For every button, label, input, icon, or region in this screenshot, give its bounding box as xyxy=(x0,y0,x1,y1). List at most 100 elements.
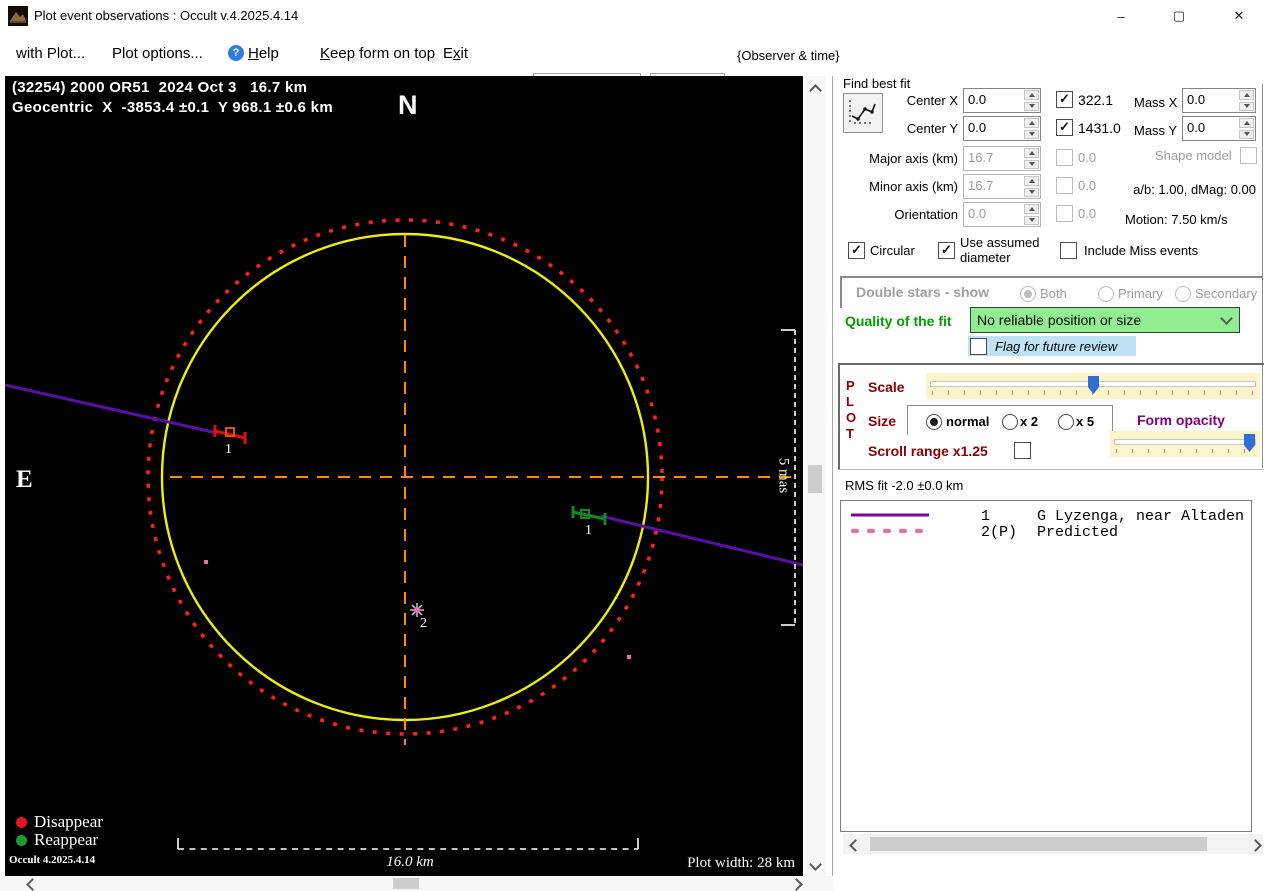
scroll-right-icon[interactable] xyxy=(790,878,803,891)
plot-controls-group: P L O T Scale Size normal x 2 x 5 Form o… xyxy=(838,363,1264,470)
quality-label: Quality of the fit xyxy=(845,313,952,329)
rms-fit-label: RMS fit -2.0 ±0.0 km xyxy=(845,478,964,493)
mass-x-down[interactable] xyxy=(1239,101,1254,111)
mass-x-up[interactable] xyxy=(1239,90,1254,100)
mass-x-spinner[interactable]: 0.0 xyxy=(1182,88,1256,113)
major-axis-up[interactable] xyxy=(1024,148,1039,158)
size-x2-radio[interactable] xyxy=(1002,414,1018,430)
use-assumed-label: Use assumed diameter xyxy=(960,235,1040,265)
menu-keep-on-top[interactable]: Keep form on top xyxy=(320,45,435,62)
star2-checkbox[interactable] xyxy=(1056,119,1073,136)
observed-chord-ingress xyxy=(5,383,218,435)
plot-letter-t: T xyxy=(846,426,854,441)
scroll-down-icon[interactable] xyxy=(809,858,822,871)
major-axis-value[interactable]: 16.7 xyxy=(964,147,1023,170)
minor-axis-up[interactable] xyxy=(1024,176,1039,186)
plot-letter-l: L xyxy=(846,394,854,409)
plot-vertical-scrollbar[interactable] xyxy=(805,76,826,876)
menu-with-plot[interactable]: with Plot... xyxy=(16,45,85,62)
panel-horizontal-scrollbar[interactable] xyxy=(843,834,1263,854)
major-aux-checkbox[interactable] xyxy=(1056,149,1073,166)
panel-scroll-left-icon[interactable] xyxy=(849,839,862,852)
circular-checkbox[interactable] xyxy=(848,242,865,259)
double-secondary-radio[interactable] xyxy=(1175,286,1191,302)
observation-name: Predicted xyxy=(1037,524,1119,541)
chord2-dotted-swatch xyxy=(851,529,931,533)
orient-aux-checkbox[interactable] xyxy=(1056,205,1073,222)
menu-help[interactable]: ? Help xyxy=(228,45,279,62)
orientation-spinner[interactable]: 0.0 xyxy=(963,202,1041,227)
major-axis-down[interactable] xyxy=(1024,159,1039,169)
use-assumed-checkbox[interactable] xyxy=(938,242,955,259)
observation-row[interactable]: 2(P) Predicted xyxy=(841,523,1251,541)
center-x-up[interactable] xyxy=(1024,90,1039,100)
form-opacity-slider[interactable] xyxy=(1110,431,1260,457)
reappear-legend-label: Reappear xyxy=(34,830,99,849)
orientation-value[interactable]: 0.0 xyxy=(964,203,1023,226)
scroll-left-icon[interactable] xyxy=(26,878,39,891)
center-y-spinner[interactable]: 0.0 xyxy=(963,116,1041,141)
minimize-button[interactable]: – xyxy=(1098,0,1144,32)
plot-letter-o: O xyxy=(846,410,857,425)
center-x-value[interactable]: 0.0 xyxy=(964,89,1023,112)
center-x-spinner[interactable]: 0.0 xyxy=(963,88,1041,113)
km-scale-bar xyxy=(177,838,639,850)
center-x-down[interactable] xyxy=(1024,101,1039,111)
mass-y-up[interactable] xyxy=(1239,118,1254,128)
chord1-reappear-label: 1 xyxy=(585,523,592,538)
mass-y-down[interactable] xyxy=(1239,129,1254,139)
mass-x-value[interactable]: 0.0 xyxy=(1183,89,1238,112)
size-radio-group: normal x 2 x 5 xyxy=(907,405,1113,435)
star2-label: 1431.0 xyxy=(1078,120,1121,136)
km-scale-label: 16.0 km xyxy=(386,854,434,870)
double-stars-group: Double stars - show Both Primary Seconda… xyxy=(840,276,1262,308)
panel-scroll-thumb[interactable] xyxy=(870,837,1207,851)
scale-slider[interactable] xyxy=(926,373,1260,399)
center-y-up[interactable] xyxy=(1024,118,1039,128)
close-button[interactable]: ✕ xyxy=(1216,0,1262,32)
center-y-down[interactable] xyxy=(1024,129,1039,139)
observations-listbox[interactable]: 1 G Lyzenga, near Altaden 2(P) Predicted xyxy=(840,500,1252,832)
mass-y-value[interactable]: 0.0 xyxy=(1183,117,1238,140)
shape-model-checkbox[interactable] xyxy=(1240,147,1257,164)
scroll-up-icon[interactable] xyxy=(809,84,822,97)
menu-plot-options[interactable]: Plot options... xyxy=(112,45,203,62)
minor-axis-down[interactable] xyxy=(1024,187,1039,197)
minor-axis-spinner[interactable]: 16.7 xyxy=(963,174,1041,199)
chord1-line-swatch xyxy=(851,513,929,517)
plot-horizontal-scrollbar[interactable] xyxy=(0,876,833,891)
double-primary-radio[interactable] xyxy=(1098,286,1114,302)
star1-checkbox[interactable] xyxy=(1056,91,1073,108)
major-axis-spinner[interactable]: 16.7 xyxy=(963,146,1041,171)
vertical-scroll-thumb[interactable] xyxy=(808,465,822,493)
double-stars-label: Double stars - show xyxy=(856,284,990,300)
mass-y-label: Mass Y xyxy=(1134,123,1178,138)
size-x2-label: x 2 xyxy=(1020,414,1039,429)
include-miss-checkbox[interactable] xyxy=(1060,242,1077,259)
orientation-up[interactable] xyxy=(1024,204,1039,214)
quality-dropdown[interactable]: No reliable position or size xyxy=(970,307,1240,333)
observation-row[interactable]: 1 G Lyzenga, near Altaden xyxy=(841,507,1251,525)
form-opacity-track[interactable] xyxy=(1114,439,1256,445)
center-y-value[interactable]: 0.0 xyxy=(964,117,1023,140)
occultation-plot-canvas[interactable]: (32254) 2000 OR51 2024 Oct 3 16.7 km Geo… xyxy=(5,76,803,876)
flag-review-checkbox[interactable] xyxy=(970,337,987,355)
mass-y-spinner[interactable]: 0.0 xyxy=(1182,116,1256,141)
orientation-label: Orientation xyxy=(894,207,958,222)
horizontal-scroll-thumb[interactable] xyxy=(393,878,419,889)
double-both-radio[interactable] xyxy=(1020,286,1036,302)
form-opacity-label: Form opacity xyxy=(1137,412,1225,428)
scroll-range-checkbox[interactable] xyxy=(1014,442,1031,459)
size-normal-radio[interactable] xyxy=(926,414,942,430)
panel-scroll-right-icon[interactable] xyxy=(1249,839,1262,852)
minor-aux-checkbox[interactable] xyxy=(1056,177,1073,194)
version-label: Occult 4.2025.4.14 xyxy=(9,854,96,866)
menu-exit[interactable]: Exit xyxy=(443,45,468,62)
minor-axis-value[interactable]: 16.7 xyxy=(964,175,1023,198)
include-miss-label: Include Miss events xyxy=(1084,243,1199,258)
scale-label: Scale xyxy=(868,379,905,395)
size-x5-radio[interactable] xyxy=(1058,414,1074,430)
maximize-button[interactable]: ▢ xyxy=(1156,0,1202,32)
plot-title-line2: Geocentric X -3853.4 ±0.1 Y 968.1 ±0.6 k… xyxy=(12,99,333,116)
orientation-down[interactable] xyxy=(1024,215,1039,225)
